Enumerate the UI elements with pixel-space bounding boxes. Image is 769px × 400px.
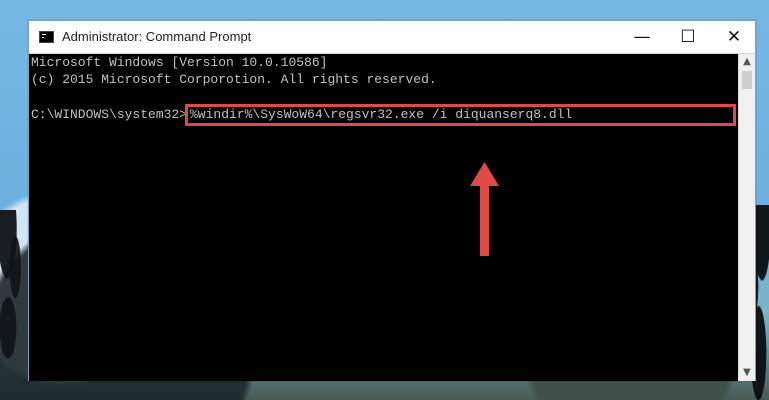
copyright-line: (c) 2015 Microsoft Corporotion. All righ… <box>31 72 437 87</box>
command-prompt-icon <box>39 31 54 43</box>
title-bar[interactable]: Administrator: Command Prompt — ☐ ✕ <box>29 21 755 54</box>
command-prompt-path: C:\WINDOWS\system32> <box>31 107 188 122</box>
maximize-button[interactable]: ☐ <box>665 21 711 53</box>
scroll-down-icon[interactable]: ▼ <box>739 365 755 381</box>
minimize-button[interactable]: — <box>619 21 665 53</box>
scroll-up-icon[interactable]: ▲ <box>739 54 755 70</box>
close-button[interactable]: ✕ <box>711 21 757 53</box>
maximize-icon: ☐ <box>680 26 696 47</box>
window-title: Administrator: Command Prompt <box>62 29 252 44</box>
console-output[interactable]: Microsoft Windows [Version 10.0.10586] (… <box>29 54 738 381</box>
up-arrow-icon <box>470 162 499 256</box>
command-text[interactable]: %windir%\SysWoW64\regsvr32.exe /i diquan… <box>190 106 572 124</box>
command-prompt-window: Administrator: Command Prompt — ☐ ✕ Micr… <box>28 20 756 381</box>
minimize-icon: — <box>633 26 651 47</box>
vertical-scrollbar[interactable]: ▲ ▼ <box>738 54 755 381</box>
close-icon: ✕ <box>726 26 742 47</box>
scroll-thumb[interactable] <box>742 71 752 89</box>
version-line: Microsoft Windows [Version 10.0.10586] <box>31 55 328 70</box>
